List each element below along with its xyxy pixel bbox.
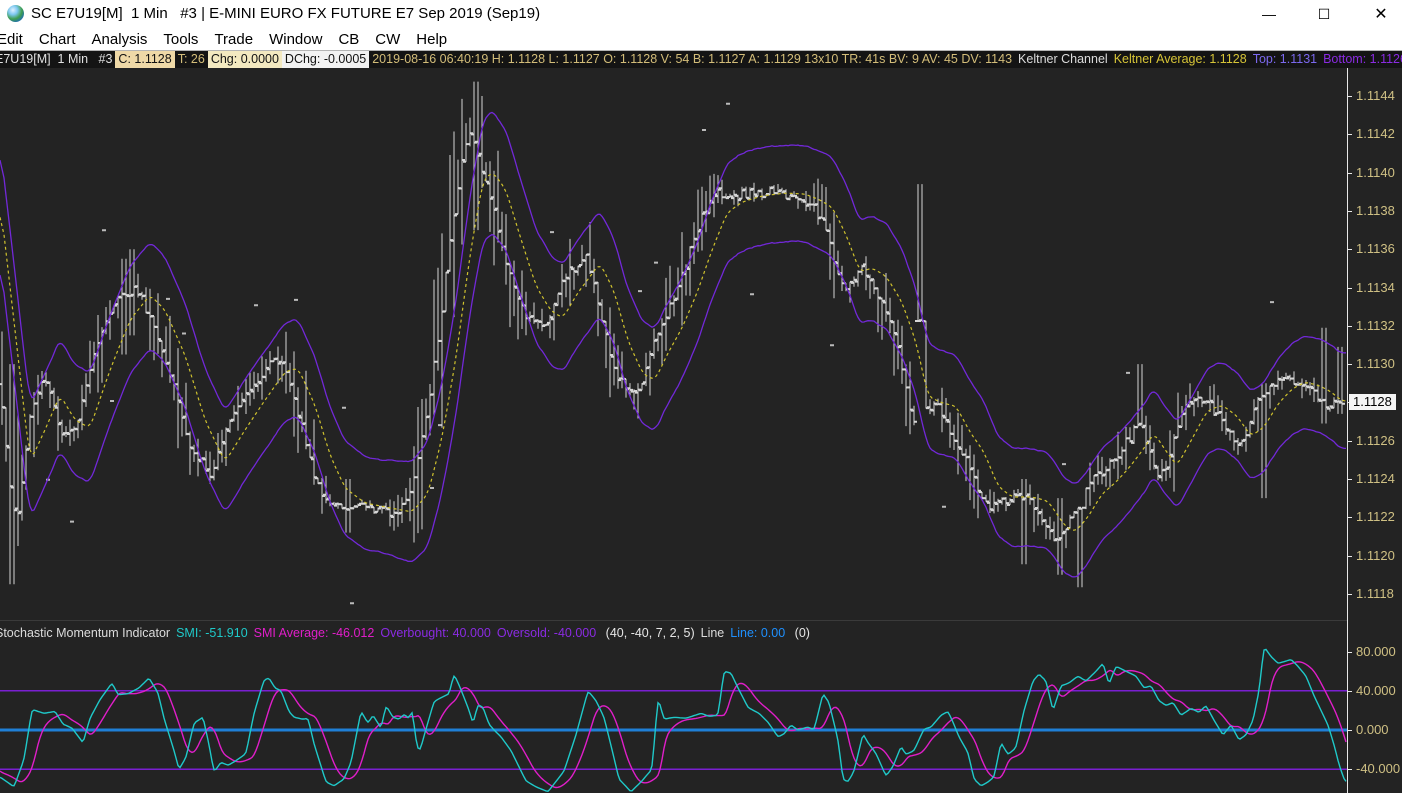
status-bar: E7U19[M] 1 Min #3 C: 1.1128 T: 26 Chg: 0.00… [0, 51, 1402, 68]
status-segment-4: DChg: -0.0005 [281, 51, 370, 68]
smi-segment-3: Overbought: 40.000 [380, 626, 491, 640]
menu-item-cb[interactable]: CB [330, 31, 367, 48]
price-axis-label: 1.1126 [1356, 432, 1395, 448]
price-axis-label: 1.1124 [1356, 471, 1395, 486]
price-axis-tick [1347, 364, 1352, 366]
price-axis-tick [1347, 479, 1352, 480]
smi-segment-1: SMI: -51.910 [176, 626, 248, 640]
smi-segment-4: Oversold: -40.000 [496, 626, 597, 640]
app-globe-icon [7, 5, 24, 22]
smi-axis-tick [1347, 690, 1352, 692]
smi-axis-label: 80.000 [1356, 643, 1396, 659]
menu-item-trade[interactable]: Trade [206, 31, 261, 48]
status-segment-2: T: 26 [177, 52, 205, 66]
smi-segment-5: (40, -40, 7, 2, 5) [602, 626, 695, 640]
price-axis-tick [1347, 555, 1352, 557]
status-segment-6: Keltner Channel [1018, 52, 1108, 66]
smi-label-row: Stochastic Momentum Indicator SMI: -51.91… [0, 624, 1347, 642]
price-axis-label: 1.1120 [1356, 547, 1395, 563]
panel-divider [0, 620, 1347, 621]
smi-axis-label: -40.000 [1356, 761, 1401, 777]
price-axis-tick [1347, 440, 1352, 442]
menu-item-tools[interactable]: Tools [155, 31, 206, 48]
price-axis-label: 1.1136 [1356, 241, 1395, 257]
status-segment-3: Chg: 0.0000 [207, 51, 282, 68]
price-axis-label: 1.1134 [1356, 279, 1395, 295]
window-title: SC E7U19[M] 1 Min #3 | E-MINI EURO FX FU… [31, 5, 541, 22]
smi-axis-tick [1347, 651, 1352, 653]
price-axis-tick [1347, 517, 1352, 519]
smi-segment-2: SMI Average: -46.012 [253, 626, 375, 640]
ohlc-bar-wicks [1, 81, 1343, 588]
price-axis-label: 1.1144 [1356, 88, 1395, 103]
price-axis-tick [1347, 134, 1352, 136]
price-axis-label: 1.1132 [1356, 317, 1395, 333]
status-segment-8: Top: 1.1131 [1252, 52, 1318, 66]
price-axis-label: 1.1118 [1356, 585, 1394, 601]
sierra-chart-window: SC E7U19[M] 1 Min #3 | E-MINI EURO FX FU… [0, 0, 1402, 793]
menu-item-edit[interactable]: Edit [0, 31, 31, 48]
keltner-bottom-band [0, 233, 1346, 578]
price-axis-label: 1.1138 [1356, 202, 1395, 218]
price-axis-tick [1347, 325, 1352, 327]
smi-segment-0: Stochastic Momentum Indicator [0, 626, 171, 640]
smi-segment-6: Line [700, 626, 725, 640]
close-button[interactable]: ✕ [1364, 2, 1398, 26]
price-axis-label: 1.1142 [1356, 126, 1395, 142]
menu-item-help[interactable]: Help [408, 31, 455, 48]
price-axis-label: 1.1140 [1356, 164, 1395, 180]
current-price-label: 1.1128 [1349, 394, 1396, 411]
smi-axis-label: 0.000 [1356, 722, 1389, 737]
stray-trade-dots [46, 102, 1274, 605]
price-axis-label: 1.1122 [1356, 509, 1395, 525]
price-axis-tick [1347, 287, 1352, 289]
smi-segment-8: (0) [791, 626, 810, 640]
smi-segment-7: Line: 0.00 [730, 626, 786, 640]
keltner-average-line [0, 173, 1347, 531]
price-axis-line [1347, 68, 1348, 793]
menu-bar: EditChartAnalysisToolsTradeWindowCBCWHel… [0, 28, 1402, 51]
smi-axis-tick [1347, 769, 1352, 771]
menu-item-window[interactable]: Window [261, 31, 330, 48]
price-axis-tick [1347, 96, 1352, 97]
price-axis-label: 1.1130 [1356, 356, 1395, 372]
menu-item-analysis[interactable]: Analysis [84, 31, 156, 48]
menu-item-chart[interactable]: Chart [31, 31, 84, 48]
smi-panel-canvas[interactable] [0, 645, 1347, 793]
price-axis-tick [1347, 210, 1352, 212]
maximize-button[interactable]: ☐ [1307, 2, 1341, 26]
status-segment-7: Keltner Average: 1.1128 [1113, 52, 1247, 66]
minimize-button[interactable]: — [1252, 2, 1286, 26]
status-segment-5: 2019-08-16 06:40:19 H: 1.1128 L: 1.1127 … [372, 52, 1013, 66]
smi-axis-tick [1347, 730, 1352, 731]
title-bar: SC E7U19[M] 1 Min #3 | E-MINI EURO FX FU… [0, 0, 1402, 28]
menu-item-cw[interactable]: CW [367, 31, 408, 48]
price-axis-tick [1347, 172, 1352, 174]
status-segment-0: E7U19[M] 1 Min #3 [0, 52, 113, 66]
smi-axis-label: 40.000 [1356, 682, 1396, 698]
price-axis-tick [1347, 593, 1352, 595]
main-chart-canvas[interactable] [0, 68, 1347, 620]
status-segment-1: C: 1.1128 [115, 51, 175, 68]
status-segment-9: Bottom: 1.1126 [1323, 52, 1402, 66]
price-axis-tick [1347, 249, 1352, 251]
ohlc-open-close-ticks [0, 132, 1345, 542]
